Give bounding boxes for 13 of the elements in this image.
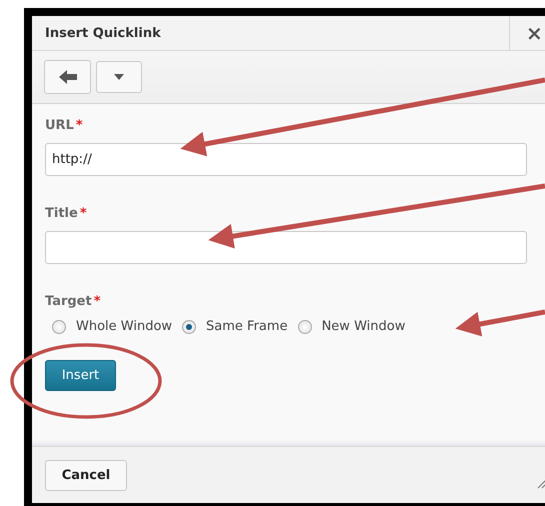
radio-label[interactable]: Whole Window (76, 319, 172, 334)
text-field[interactable]: http:// (45, 143, 527, 176)
radio-label[interactable]: Same Frame (206, 319, 288, 334)
field-label: URL (45, 118, 74, 133)
required-mark: * (76, 118, 83, 133)
field-label: Title (45, 206, 78, 221)
required-mark: * (94, 294, 101, 309)
cancel-button[interactable]: Cancel (45, 460, 127, 490)
insert-button[interactable]: Insert (45, 360, 116, 391)
required-mark: * (80, 206, 87, 221)
radio-label[interactable]: New Window (322, 319, 406, 334)
field-label: Target (45, 294, 92, 309)
dialog-title: Insert Quicklink (44, 24, 162, 42)
